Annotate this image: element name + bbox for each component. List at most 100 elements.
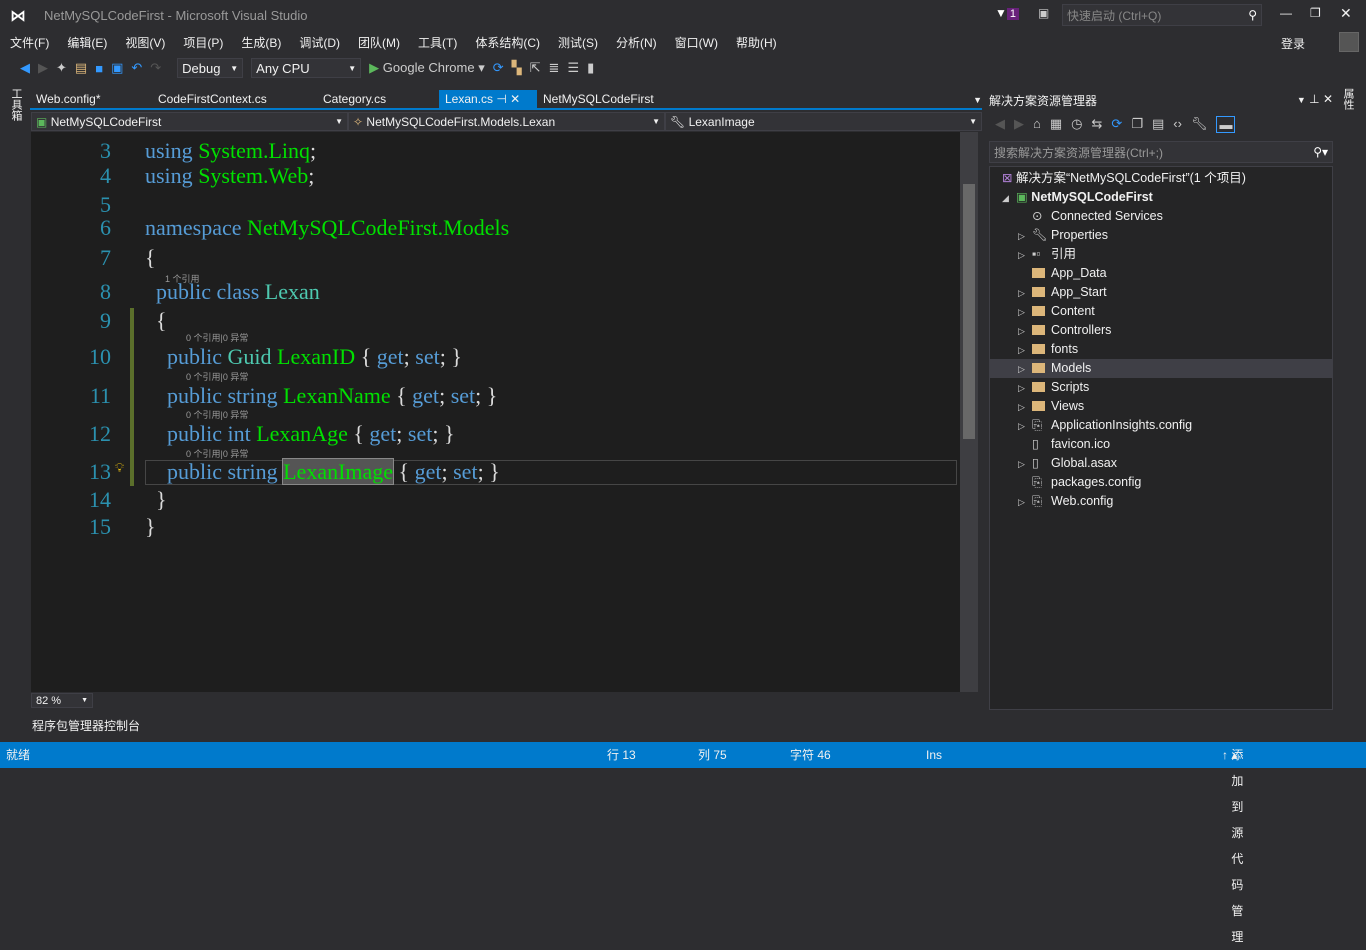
tree-item[interactable]: ▯ favicon.ico	[990, 435, 1332, 454]
close-tab-icon[interactable]: ✕	[510, 92, 520, 106]
source-control-button[interactable]: ↑ 添加到源代码管理 ▴	[1222, 742, 1243, 944]
platform-select[interactable]: Any CPU ▼	[251, 58, 362, 78]
view-code-icon[interactable]: ‹›	[1173, 116, 1182, 133]
code-line[interactable]: using System.Web;	[145, 163, 314, 189]
tree-item[interactable]: ▷ fonts	[990, 340, 1332, 359]
expand-icon[interactable]: ▷	[1018, 246, 1032, 265]
tree-item[interactable]: ⊙ Connected Services	[990, 207, 1332, 226]
expand-icon[interactable]: ▷	[1018, 417, 1032, 436]
find-icon[interactable]: ▚	[512, 60, 522, 76]
code-editor[interactable]: 💡︎ 3 using System.Linq; 4 using System.Web;…	[31, 132, 978, 692]
codelens-references[interactable]: 0 个引用|0 异常	[186, 408, 248, 421]
tree-item[interactable]: ▷ 🔧︎ Properties	[990, 226, 1332, 245]
lightbulb-icon[interactable]: 💡︎	[115, 460, 124, 476]
start-button[interactable]: ▶ Google Chrome ▾	[369, 60, 485, 76]
expand-icon[interactable]: ▷	[1018, 322, 1032, 341]
open-file-icon[interactable]: ▤	[75, 60, 87, 76]
menu-item[interactable]: 分析(N)	[616, 34, 657, 51]
properties-icon[interactable]: 🔧︎	[1191, 116, 1208, 133]
codelens-references[interactable]: 0 个引用|0 异常	[186, 447, 248, 460]
menu-item[interactable]: 项目(P)	[183, 34, 223, 51]
tree-item[interactable]: ⊠ 解决方案“NetMySQLCodeFirst”(1 个项目)	[990, 169, 1332, 188]
refresh-icon[interactable]: ⟳	[1111, 116, 1122, 133]
zoom-select[interactable]: 82 % ▼	[31, 693, 93, 708]
format-icon[interactable]: ≣	[549, 60, 560, 76]
account-avatar[interactable]	[1339, 32, 1359, 52]
tree-item[interactable]: ▷ App_Start	[990, 283, 1332, 302]
code-line[interactable]: {	[145, 245, 156, 271]
tree-item[interactable]: ▷ ▯ Global.asax	[990, 454, 1332, 473]
expand-icon[interactable]: ▷	[1018, 455, 1032, 474]
undo-icon[interactable]: ↶	[131, 60, 142, 76]
step-icon[interactable]: ⇱	[530, 60, 541, 76]
tree-item[interactable]: ▷ ⎘ Web.config	[990, 492, 1332, 511]
tree-item[interactable]: ▷ ▪▫ 引用	[990, 245, 1332, 264]
menu-item[interactable]: 窗口(W)	[675, 34, 718, 51]
redo-icon[interactable]: ↷	[150, 60, 161, 76]
restore-button[interactable]: ❐	[1310, 6, 1321, 20]
code-line[interactable]: public string LexanName { get; set; }	[145, 383, 497, 409]
code-line[interactable]: }	[145, 514, 156, 540]
codelens-references[interactable]: 0 个引用|0 异常	[186, 370, 248, 383]
collapse-all-icon[interactable]: ❐	[1131, 116, 1143, 133]
tree-item[interactable]: ▷ Models	[990, 359, 1332, 378]
tab-codefirstcontext[interactable]: CodeFirstContext.cs	[152, 90, 317, 108]
tab-category[interactable]: Category.cs	[317, 90, 439, 108]
expanded-icon[interactable]: ◢	[1002, 189, 1016, 208]
code-line[interactable]: public int LexanAge { get; set; }	[145, 421, 455, 447]
new-project-icon[interactable]: ✦	[56, 60, 67, 76]
codelens-references[interactable]: 0 个引用|0 异常	[186, 331, 248, 344]
pending-changes-icon[interactable]: ◷	[1071, 116, 1082, 133]
back-icon[interactable]: ◀	[20, 60, 30, 76]
type-select[interactable]: ✧ NetMySQLCodeFirst.Models.Lexan ▼	[348, 112, 665, 131]
expand-icon[interactable]: ▷	[1018, 398, 1032, 417]
properties-rail[interactable]: 属性	[1342, 88, 1356, 110]
sync-icon[interactable]: ⇆	[1092, 116, 1103, 133]
tab-web-config[interactable]: Web.config*	[30, 90, 152, 108]
configuration-select[interactable]: Debug ▼	[177, 58, 244, 78]
menu-item[interactable]: 团队(M)	[358, 34, 400, 51]
tree-item[interactable]: ◢ ▣ NetMySQLCodeFirst	[990, 188, 1332, 207]
toolbox-rail[interactable]: 工具箱	[10, 88, 24, 121]
code-line[interactable]: public Guid LexanID { get; set; }	[145, 344, 462, 370]
pin-icon[interactable]: ⊥	[1309, 92, 1319, 106]
save-icon[interactable]: ■	[95, 61, 103, 76]
code-line[interactable]: public string LexanImage { get; set; }	[145, 458, 500, 485]
tree-item[interactable]: ▷ Controllers	[990, 321, 1332, 340]
show-all-files-icon[interactable]: ▤	[1152, 116, 1164, 133]
tab-lexan[interactable]: Lexan.cs ⊣ ✕	[439, 90, 537, 108]
expand-icon[interactable]: ▷	[1018, 284, 1032, 303]
login-link[interactable]: 登录	[1281, 35, 1305, 52]
dropdown-icon[interactable]: ▼	[1297, 95, 1306, 105]
save-all-icon[interactable]: ▣	[111, 60, 123, 76]
forward-icon[interactable]: ▶	[38, 60, 48, 76]
expand-icon[interactable]: ▷	[1018, 493, 1032, 512]
tree-item[interactable]: App_Data	[990, 264, 1332, 283]
code-line[interactable]: }	[145, 487, 167, 513]
preview-icon[interactable]: ▬	[1216, 116, 1236, 133]
refresh-icon[interactable]: ⟳	[493, 60, 504, 76]
solution-search-input[interactable]: 搜索解决方案资源管理器(Ctrl+;) ⚲▾	[989, 141, 1333, 163]
quick-launch-input[interactable]: 快速启动 (Ctrl+Q) ⚲	[1062, 4, 1262, 26]
code-line[interactable]: {	[145, 308, 167, 334]
menu-item[interactable]: 编辑(E)	[67, 34, 107, 51]
comment-icon[interactable]: ☰	[567, 60, 579, 76]
close-icon[interactable]: ✕	[1323, 92, 1333, 106]
menu-item[interactable]: 工具(T)	[418, 34, 457, 51]
menu-item[interactable]: 生成(B)	[241, 34, 281, 51]
codelens-references[interactable]: 1 个引用	[165, 272, 200, 285]
tree-item[interactable]: ⎘ packages.config	[990, 473, 1332, 492]
menu-item[interactable]: 调试(D)	[299, 34, 340, 51]
expand-icon[interactable]: ▷	[1018, 227, 1032, 246]
menu-item[interactable]: 体系结构(C)	[475, 34, 540, 51]
tab-project[interactable]: NetMySQLCodeFirst	[537, 90, 660, 108]
menu-item[interactable]: 文件(F)	[10, 34, 49, 51]
tree-item[interactable]: ▷ Scripts	[990, 378, 1332, 397]
notification-filter-icon[interactable]: ▼ 1	[995, 6, 1020, 20]
expand-icon[interactable]: ▷	[1018, 303, 1032, 322]
forward-icon[interactable]: ▶	[1014, 116, 1024, 133]
expand-icon[interactable]: ▷	[1018, 379, 1032, 398]
pin-icon[interactable]: ⊣	[496, 92, 506, 106]
menu-item[interactable]: 测试(S)	[558, 34, 598, 51]
project-select[interactable]: ▣ NetMySQLCodeFirst ▼	[31, 112, 348, 131]
